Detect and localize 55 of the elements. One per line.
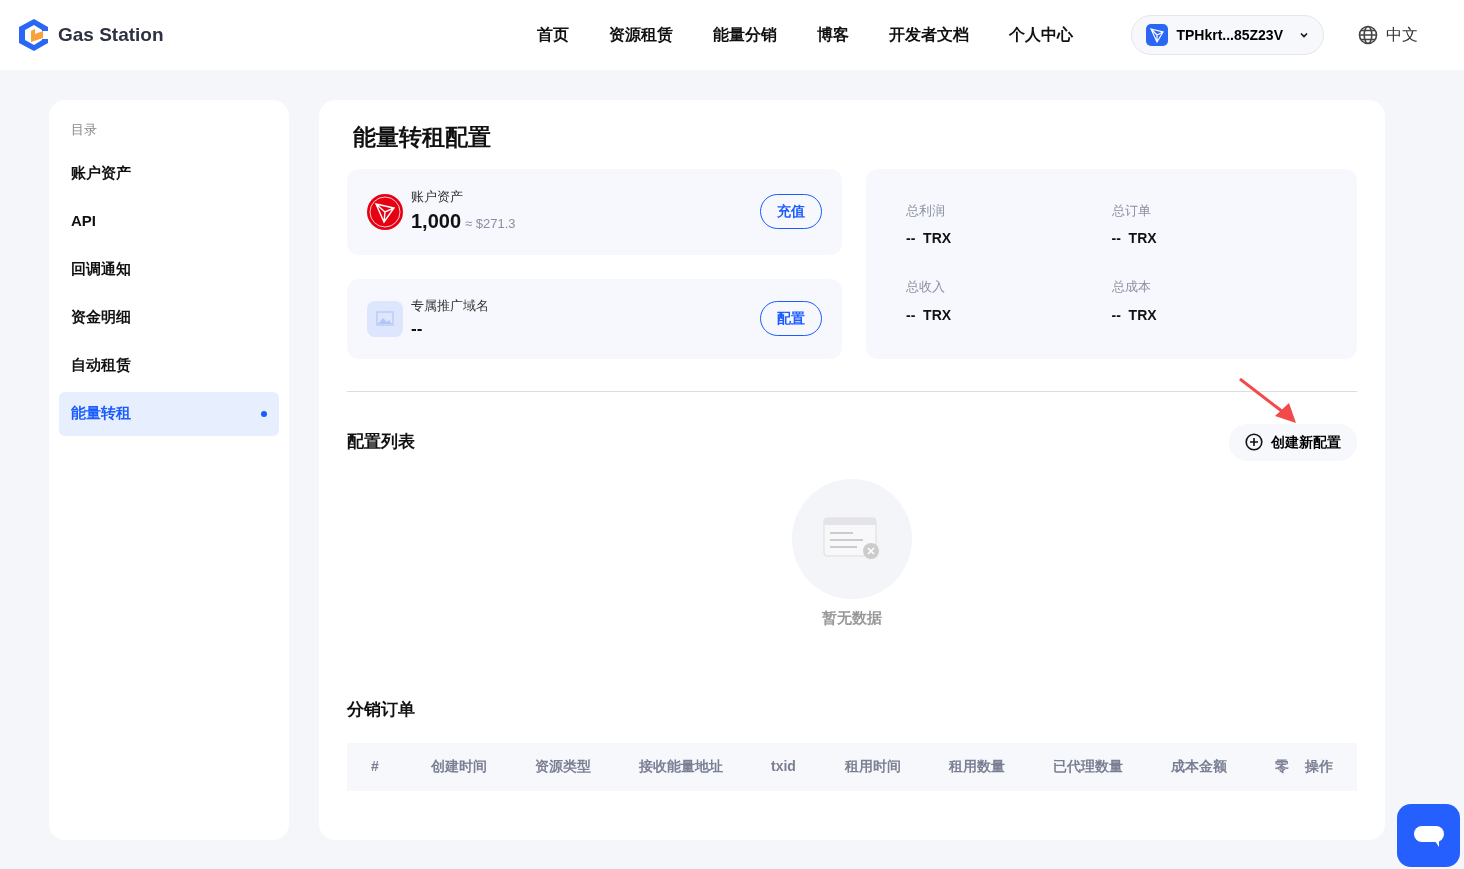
wallet-button[interactable]: TPHkrt...85Z23V bbox=[1131, 15, 1324, 55]
empty-document-icon bbox=[823, 516, 881, 561]
sidebar-heading: 目录 bbox=[70, 121, 98, 139]
sidebar-item[interactable]: 账户资产 bbox=[59, 151, 279, 196]
stat-value: -- TRX bbox=[1111, 305, 1158, 325]
asset-usd-value: ≈ $271.3 bbox=[465, 215, 516, 234]
nav-link[interactable]: 资源租赁 bbox=[609, 23, 674, 47]
column-header: 租用时间 bbox=[845, 757, 902, 776]
column-header: 租用数量 bbox=[949, 757, 1006, 776]
column-header: 零 bbox=[1275, 757, 1290, 776]
annotation-arrow bbox=[1239, 378, 1297, 424]
column-header: 创建时间 bbox=[431, 757, 488, 776]
language-link[interactable]: 中文 bbox=[1386, 23, 1418, 47]
create-config-button[interactable]: 创建新配置 bbox=[1229, 423, 1357, 461]
empty-text: 暂无数据 bbox=[822, 607, 882, 628]
stat-value: -- TRX bbox=[906, 305, 953, 325]
asset-amount: 1,000 bbox=[411, 209, 462, 235]
globe-icon[interactable] bbox=[1358, 25, 1378, 45]
stat-value: -- TRX bbox=[1111, 229, 1158, 248]
logo-icon bbox=[18, 18, 50, 52]
section-title: 配置列表 bbox=[347, 431, 415, 454]
column-header: txid bbox=[771, 757, 797, 776]
sidebar-item[interactable]: 能量转租 bbox=[59, 391, 279, 436]
domain-value: -- bbox=[411, 317, 424, 340]
nav-link[interactable]: 个人中心 bbox=[1009, 23, 1074, 47]
sidebar-item[interactable]: 资金明细 bbox=[59, 295, 279, 340]
column-header: # bbox=[371, 757, 380, 776]
stat-label: 总成本 bbox=[1111, 278, 1152, 296]
column-header: 操作 bbox=[1305, 757, 1334, 776]
nav-link[interactable]: 博客 bbox=[817, 23, 850, 47]
chevron-down-icon bbox=[1299, 30, 1309, 40]
wallet-logo-icon bbox=[1146, 24, 1169, 46]
stat-value: -- TRX bbox=[906, 229, 953, 248]
sidebar-item[interactable]: API bbox=[59, 199, 279, 244]
asset-label: 账户资产 bbox=[411, 187, 464, 206]
image-icon bbox=[367, 300, 403, 337]
section-title: 分销订单 bbox=[347, 699, 416, 721]
column-header: 资源类型 bbox=[535, 757, 592, 776]
nav-link[interactable]: 开发者文档 bbox=[889, 23, 970, 47]
domain-label: 专属推广域名 bbox=[411, 297, 489, 315]
page-title: 能量转租配置 bbox=[353, 123, 492, 152]
stat-label: 总收入 bbox=[906, 278, 946, 296]
sidebar-item[interactable]: 回调通知 bbox=[59, 247, 279, 292]
nav-link[interactable]: 首页 bbox=[537, 23, 570, 47]
sidebar-item[interactable]: 自动租赁 bbox=[59, 343, 279, 388]
brand-name: Gas Station bbox=[58, 22, 164, 47]
stat-label: 总订单 bbox=[1111, 201, 1152, 220]
tron-coin-icon bbox=[367, 193, 403, 230]
column-header: 已代理数量 bbox=[1053, 757, 1124, 776]
plus-circle-icon bbox=[1245, 433, 1263, 451]
nav-link[interactable]: 能量分销 bbox=[713, 23, 778, 47]
column-header: 成本金额 bbox=[1171, 757, 1228, 776]
stat-label: 总利润 bbox=[906, 201, 946, 220]
chat-button[interactable] bbox=[1397, 804, 1460, 867]
column-header: 接收能量地址 bbox=[639, 757, 724, 776]
